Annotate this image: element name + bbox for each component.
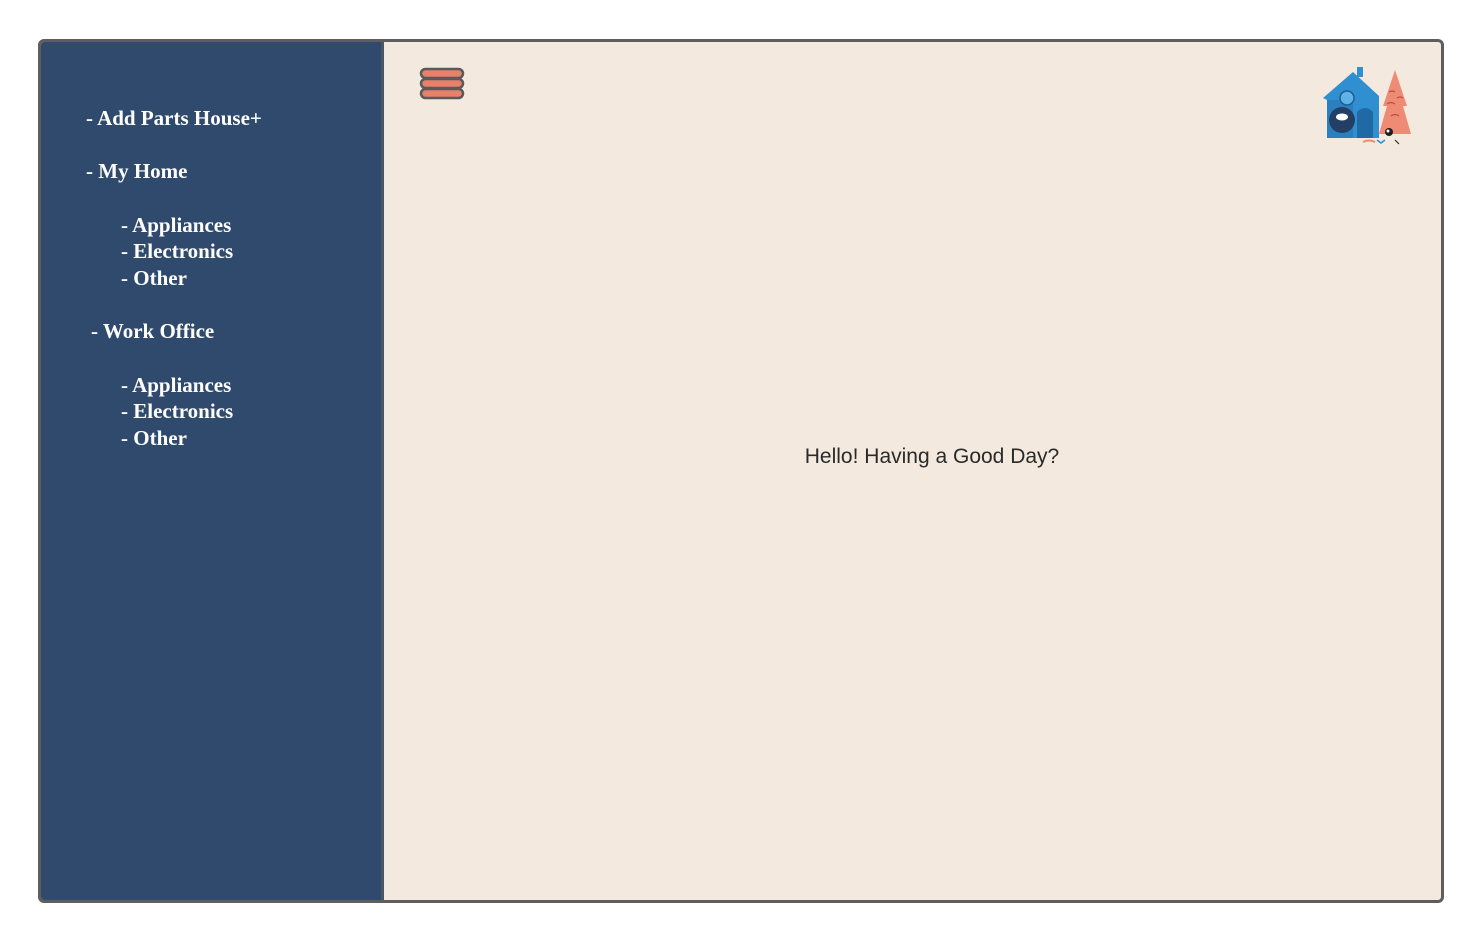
sidebar-item-my-home-appliances[interactable]: - Appliances	[121, 213, 231, 237]
house-tree-logo-icon	[1317, 64, 1413, 148]
sidebar: - Add Parts House+ - My Home - Appliance…	[41, 42, 384, 900]
sidebar-item-work-office-appliances[interactable]: - Appliances	[121, 373, 231, 397]
add-parts-house-link[interactable]: - Add Parts House+	[86, 106, 262, 130]
app-window: - Add Parts House+ - My Home - Appliance…	[38, 39, 1444, 903]
hamburger-menu-icon[interactable]	[419, 67, 465, 103]
sidebar-item-work-office[interactable]: - Work Office	[91, 319, 214, 343]
sidebar-item-my-home-other[interactable]: - Other	[121, 266, 187, 290]
sidebar-item-work-office-other[interactable]: - Other	[121, 426, 187, 450]
sidebar-item-my-home-electronics[interactable]: - Electronics	[121, 239, 233, 263]
sidebar-item-my-home[interactable]: - My Home	[86, 159, 187, 183]
greeting-message: Hello! Having a Good Day?	[804, 445, 1060, 468]
sidebar-item-work-office-electronics[interactable]: - Electronics	[121, 399, 233, 423]
